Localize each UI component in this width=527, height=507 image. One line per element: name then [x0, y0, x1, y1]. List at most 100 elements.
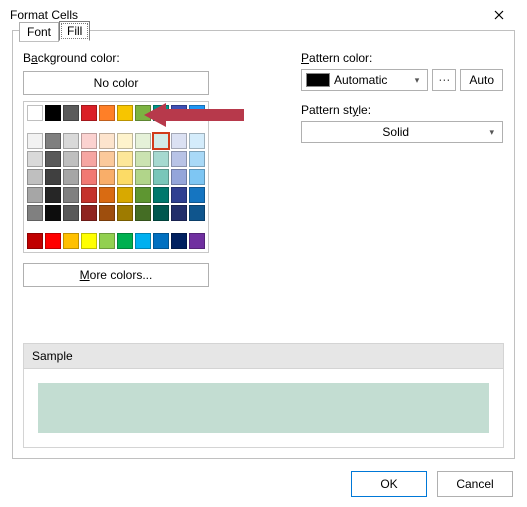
color-swatch[interactable] [171, 151, 187, 167]
color-swatch[interactable] [117, 105, 133, 121]
close-icon [494, 10, 504, 20]
chevron-down-icon: ▾ [411, 75, 424, 86]
color-swatch[interactable] [153, 233, 169, 249]
pattern-color-label: Pattern color: [301, 51, 503, 65]
color-swatch[interactable] [171, 133, 187, 149]
tab-fill[interactable]: Fill [59, 21, 90, 41]
color-swatch[interactable] [117, 187, 133, 203]
color-swatch[interactable] [81, 151, 97, 167]
color-swatch[interactable] [189, 187, 205, 203]
cancel-button[interactable]: Cancel [437, 471, 513, 497]
color-swatch[interactable] [99, 187, 115, 203]
color-swatch[interactable] [117, 133, 133, 149]
pattern-color-swatch [306, 73, 330, 87]
color-swatch[interactable] [171, 233, 187, 249]
color-swatch[interactable] [27, 205, 43, 221]
color-palette [23, 101, 209, 253]
color-swatch[interactable] [63, 233, 79, 249]
color-swatch[interactable] [27, 233, 43, 249]
color-swatch[interactable] [81, 187, 97, 203]
color-swatch[interactable] [27, 187, 43, 203]
color-swatch[interactable] [99, 205, 115, 221]
color-swatch[interactable] [153, 169, 169, 185]
window-title: Format Cells [10, 8, 78, 22]
color-swatch[interactable] [81, 169, 97, 185]
color-swatch[interactable] [117, 169, 133, 185]
color-swatch[interactable] [135, 105, 151, 121]
color-swatch[interactable] [171, 105, 187, 121]
tab-font[interactable]: Font [19, 22, 59, 42]
pattern-style-dropdown[interactable]: Solid ▾ [301, 121, 503, 143]
color-swatch[interactable] [99, 105, 115, 121]
color-swatch[interactable] [63, 205, 79, 221]
color-swatch[interactable] [189, 151, 205, 167]
pattern-color-picker-button[interactable]: ⋯ [432, 69, 456, 91]
color-swatch[interactable] [153, 205, 169, 221]
color-swatch[interactable] [153, 151, 169, 167]
pattern-style-label: Pattern style: [301, 103, 503, 117]
close-button[interactable] [479, 1, 519, 29]
color-swatch[interactable] [81, 105, 97, 121]
color-swatch[interactable] [27, 105, 43, 121]
color-swatch[interactable] [45, 151, 61, 167]
color-swatch[interactable] [135, 133, 151, 149]
color-swatch[interactable] [117, 151, 133, 167]
color-swatch[interactable] [171, 205, 187, 221]
color-swatch[interactable] [171, 187, 187, 203]
color-swatch[interactable] [81, 233, 97, 249]
color-swatch[interactable] [45, 105, 61, 121]
color-swatch[interactable] [81, 133, 97, 149]
color-swatch[interactable] [63, 169, 79, 185]
color-swatch[interactable] [99, 133, 115, 149]
color-swatch[interactable] [27, 151, 43, 167]
color-swatch[interactable] [117, 205, 133, 221]
color-swatch[interactable] [117, 233, 133, 249]
pattern-color-dropdown[interactable]: Automatic ▾ [301, 69, 428, 91]
color-swatch[interactable] [63, 187, 79, 203]
color-swatch[interactable] [135, 233, 151, 249]
color-swatch[interactable] [135, 187, 151, 203]
color-swatch[interactable] [189, 105, 205, 121]
ok-button[interactable]: OK [351, 471, 427, 497]
right-column: Pattern color: Automatic ▾ ⋯ Auto Patter… [301, 51, 503, 143]
color-swatch[interactable] [27, 133, 43, 149]
color-swatch[interactable] [45, 233, 61, 249]
more-colors-button[interactable]: More colors... [23, 263, 209, 287]
color-swatch[interactable] [27, 169, 43, 185]
color-swatch[interactable] [45, 187, 61, 203]
color-swatch[interactable] [135, 205, 151, 221]
color-swatch[interactable] [63, 133, 79, 149]
color-swatch[interactable] [171, 169, 187, 185]
color-swatch[interactable] [45, 133, 61, 149]
sample-preview [38, 383, 489, 433]
color-swatch[interactable] [63, 105, 79, 121]
color-swatch[interactable] [189, 233, 205, 249]
color-swatch[interactable] [99, 233, 115, 249]
color-swatch[interactable] [45, 169, 61, 185]
color-swatch[interactable] [135, 169, 151, 185]
sample-frame: Sample [23, 343, 504, 448]
no-color-button[interactable]: No color [23, 71, 209, 95]
background-color-label: Background color: [23, 51, 253, 65]
dialog-client-area: Font Fill Background color: No color Mor… [12, 30, 515, 459]
sample-label: Sample [24, 344, 503, 369]
color-swatch[interactable] [45, 205, 61, 221]
chevron-down-icon: ▾ [485, 127, 498, 138]
color-swatch[interactable] [153, 187, 169, 203]
color-swatch[interactable] [153, 133, 169, 149]
color-swatch[interactable] [189, 133, 205, 149]
pattern-style-value: Solid [306, 125, 485, 139]
color-swatch[interactable] [63, 151, 79, 167]
color-swatch[interactable] [99, 169, 115, 185]
color-swatch[interactable] [153, 105, 169, 121]
pattern-color-value: Automatic [330, 73, 411, 87]
color-swatch[interactable] [81, 205, 97, 221]
tab-strip: Font Fill [19, 21, 90, 41]
color-swatch[interactable] [189, 205, 205, 221]
pattern-color-auto-button[interactable]: Auto [460, 69, 503, 91]
dialog-footer: OK Cancel [351, 471, 513, 497]
left-column: Background color: No color More colors..… [23, 51, 253, 287]
color-swatch[interactable] [189, 169, 205, 185]
color-swatch[interactable] [135, 151, 151, 167]
color-swatch[interactable] [99, 151, 115, 167]
